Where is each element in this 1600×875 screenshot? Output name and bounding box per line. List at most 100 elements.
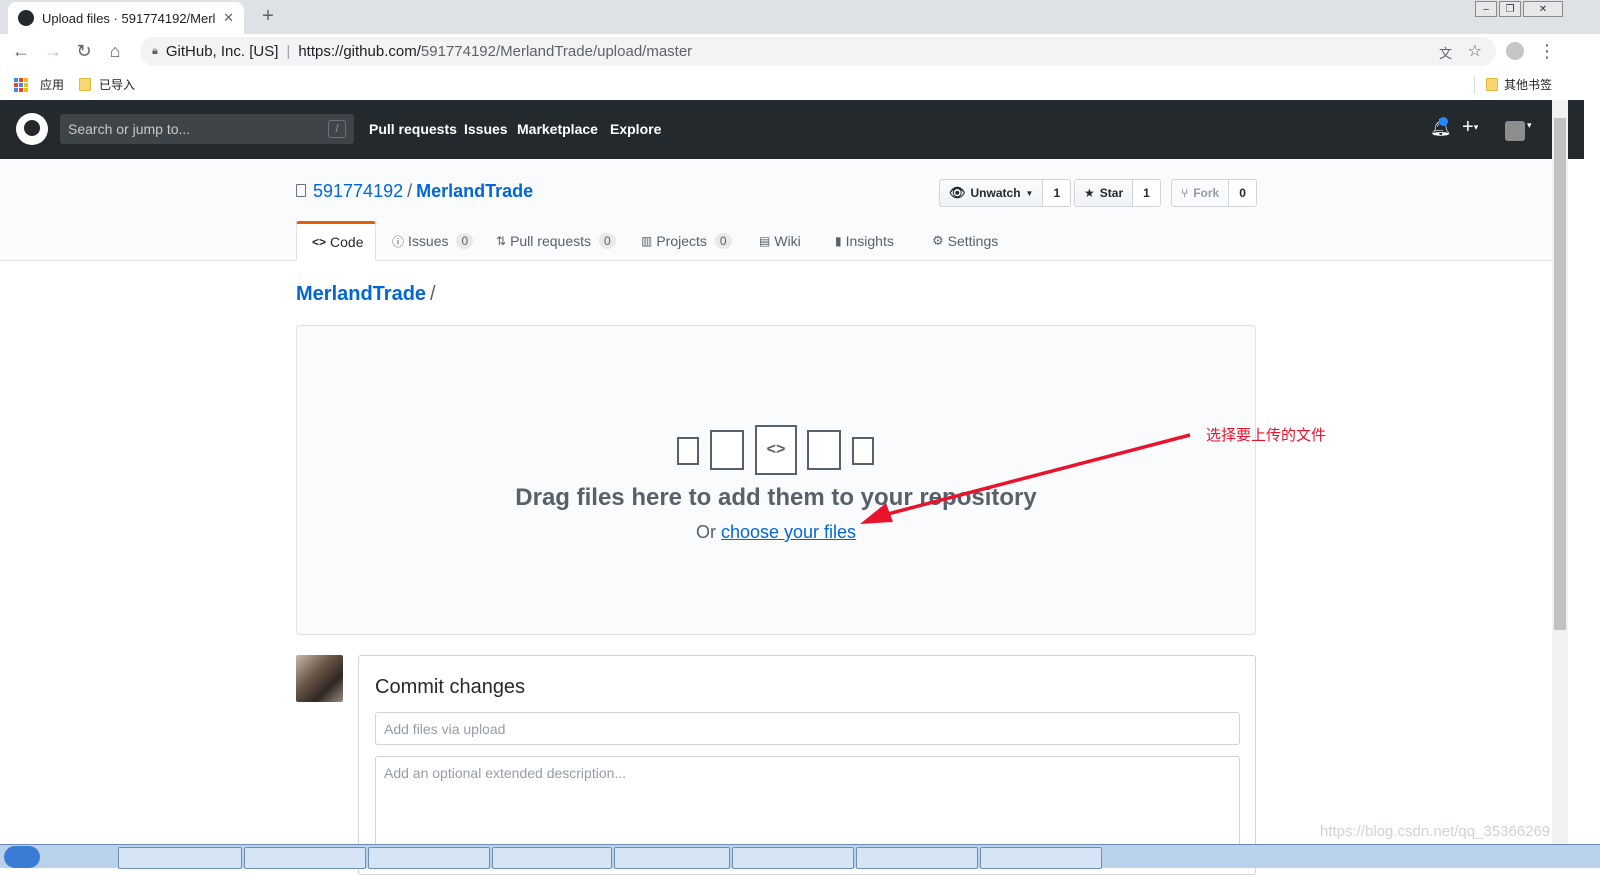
taskbar-item[interactable]: [118, 847, 242, 869]
github-logo-icon[interactable]: [16, 113, 48, 145]
repo-owner-link[interactable]: 591774192: [313, 181, 403, 201]
unwatch-button[interactable]: 👁︎ Unwatch ▼: [939, 179, 1044, 207]
home-icon[interactable]: ⌂: [103, 39, 127, 63]
gear-icon: ⚙: [932, 233, 944, 248]
breadcrumb: MerlandTrade /: [296, 283, 436, 306]
file-code-icon: <>: [755, 425, 797, 475]
folder-icon: [1486, 78, 1498, 91]
tab-code[interactable]: <> Code: [296, 221, 376, 261]
scrollbar-thumb[interactable]: [1554, 118, 1566, 630]
tab-issues-label: Issues: [408, 233, 449, 249]
star-group: ★ Star 1: [1074, 179, 1161, 207]
tab-close-icon[interactable]: ✕: [223, 10, 234, 26]
browser-toolbar: ← → ↻ ⌂ 🔒︎ GitHub, Inc. [US] | https://g…: [0, 34, 1600, 68]
search-input[interactable]: Search or jump to... /: [60, 114, 354, 144]
taskbar-item[interactable]: [980, 847, 1102, 869]
file-drop-zone[interactable]: [296, 325, 1256, 635]
bookmark-other[interactable]: 其他书签: [1486, 76, 1552, 93]
bookmark-other-label: 其他书签: [1504, 78, 1553, 92]
tab-wiki[interactable]: ▤ Wiki: [744, 221, 816, 261]
file-type-icons: <>: [675, 425, 885, 475]
star-button[interactable]: ★ Star: [1074, 179, 1134, 207]
bookmark-apps-label: 应用: [40, 78, 65, 92]
star-label: Star: [1099, 186, 1124, 200]
taskbar-item[interactable]: [732, 847, 854, 869]
taskbar-item[interactable]: [368, 847, 490, 869]
taskbar-item[interactable]: [856, 847, 978, 869]
choose-files-link[interactable]: choose your files: [721, 522, 856, 542]
folder-icon: [79, 78, 91, 91]
taskbar-item[interactable]: [614, 847, 730, 869]
tab-title: Upload files · 591774192/Merl: [42, 10, 216, 26]
avatar-dropdown-caret-icon[interactable]: ▾: [1527, 120, 1532, 131]
nav-explore[interactable]: Explore: [610, 121, 661, 137]
bookmark-imported[interactable]: 已导入: [79, 76, 135, 93]
translate-icon[interactable]: 文: [1439, 43, 1452, 62]
fork-button[interactable]: ⑂ Fork: [1171, 179, 1230, 207]
star-count[interactable]: 1: [1133, 179, 1161, 207]
nav-pull-requests[interactable]: Pull requests: [369, 121, 457, 137]
eye-icon: 👁︎: [949, 185, 966, 200]
browser-tab[interactable]: Upload files · 591774192/Merl ✕: [8, 2, 244, 34]
tab-insights-label: Insights: [845, 233, 894, 249]
book-icon: ▤: [759, 234, 771, 248]
repo-book-icon: [296, 184, 306, 197]
address-bar[interactable]: 🔒︎ GitHub, Inc. [US] | https://github.co…: [140, 37, 1496, 66]
star-icon: ★: [1084, 186, 1095, 200]
repo-name-link[interactable]: MerlandTrade: [416, 181, 533, 201]
breadcrumb-repo-link[interactable]: MerlandTrade: [296, 283, 426, 305]
repo-title: 591774192/MerlandTrade: [296, 181, 533, 202]
fork-count[interactable]: 0: [1229, 179, 1257, 207]
repo-title-separator: /: [407, 181, 413, 201]
fork-icon: ⑂: [1181, 186, 1189, 200]
apps-grid-icon: [14, 77, 28, 92]
start-button[interactable]: [4, 846, 40, 868]
address-separator: |: [286, 43, 291, 60]
header-avatar[interactable]: [1505, 121, 1525, 141]
forward-icon[interactable]: →: [41, 39, 65, 63]
tab-issues[interactable]: ⓘ Issues 0: [377, 221, 488, 261]
taskbar-item[interactable]: [492, 847, 612, 869]
watch-group: 👁︎ Unwatch ▼ 1: [939, 179, 1072, 207]
tab-settings[interactable]: ⚙ Settings: [917, 221, 1013, 261]
minimize-button[interactable]: –: [1475, 1, 1497, 17]
github-header: Search or jump to... / Pull requests Iss…: [0, 100, 1584, 159]
bookmarks-bar: 应用 已导入 其他书签: [0, 68, 1600, 100]
tab-insights[interactable]: ▮ Insights: [820, 221, 909, 261]
bookmark-star-icon[interactable]: ☆: [1468, 41, 1482, 61]
choose-files-line: Or choose your files: [296, 522, 1256, 543]
tab-projects[interactable]: ▥ Projects 0: [626, 221, 747, 261]
commit-message-input[interactable]: [375, 712, 1240, 745]
watermark: https://blog.csdn.net/qq_35366269: [1320, 823, 1551, 840]
search-shortcut-hint: /: [328, 120, 346, 138]
lock-icon: 🔒︎: [152, 45, 158, 57]
tab-settings-label: Settings: [947, 233, 999, 249]
commit-description-textarea[interactable]: [375, 756, 1240, 856]
bookmark-apps[interactable]: 应用: [14, 76, 64, 93]
menu-kebab-icon[interactable]: ⋮: [1535, 39, 1559, 63]
new-tab-button[interactable]: +: [256, 4, 280, 28]
url-host: https://github.com/: [298, 43, 421, 60]
tab-code-label: Code: [330, 234, 364, 250]
url-path: 591774192/MerlandTrade/upload/master: [420, 43, 693, 60]
restore-button[interactable]: ❐: [1499, 1, 1521, 17]
reload-icon[interactable]: ↻: [72, 39, 96, 63]
file-chart-icon: [710, 430, 744, 470]
drop-instructions: Drag files here to add them to your repo…: [515, 484, 1037, 511]
taskbar-item[interactable]: [244, 847, 366, 869]
github-favicon-icon: [18, 10, 34, 26]
pulls-counter: 0: [599, 233, 616, 249]
close-window-button[interactable]: ✕: [1523, 1, 1563, 17]
site-identity: GitHub, Inc. [US]: [165, 43, 279, 60]
commit-author-avatar: [296, 655, 343, 702]
tab-pull-requests[interactable]: ⇅ Pull requests 0: [481, 221, 631, 261]
plus-dropdown-icon[interactable]: +▾: [1462, 116, 1478, 139]
nav-marketplace[interactable]: Marketplace: [517, 121, 598, 137]
fork-label: Fork: [1193, 186, 1220, 200]
or-text: Or: [695, 522, 716, 542]
profile-icon[interactable]: [1503, 39, 1527, 63]
nav-issues[interactable]: Issues: [464, 121, 508, 137]
notification-dot: [1439, 117, 1448, 126]
watch-count[interactable]: 1: [1043, 179, 1072, 207]
back-icon[interactable]: ←: [9, 39, 33, 63]
